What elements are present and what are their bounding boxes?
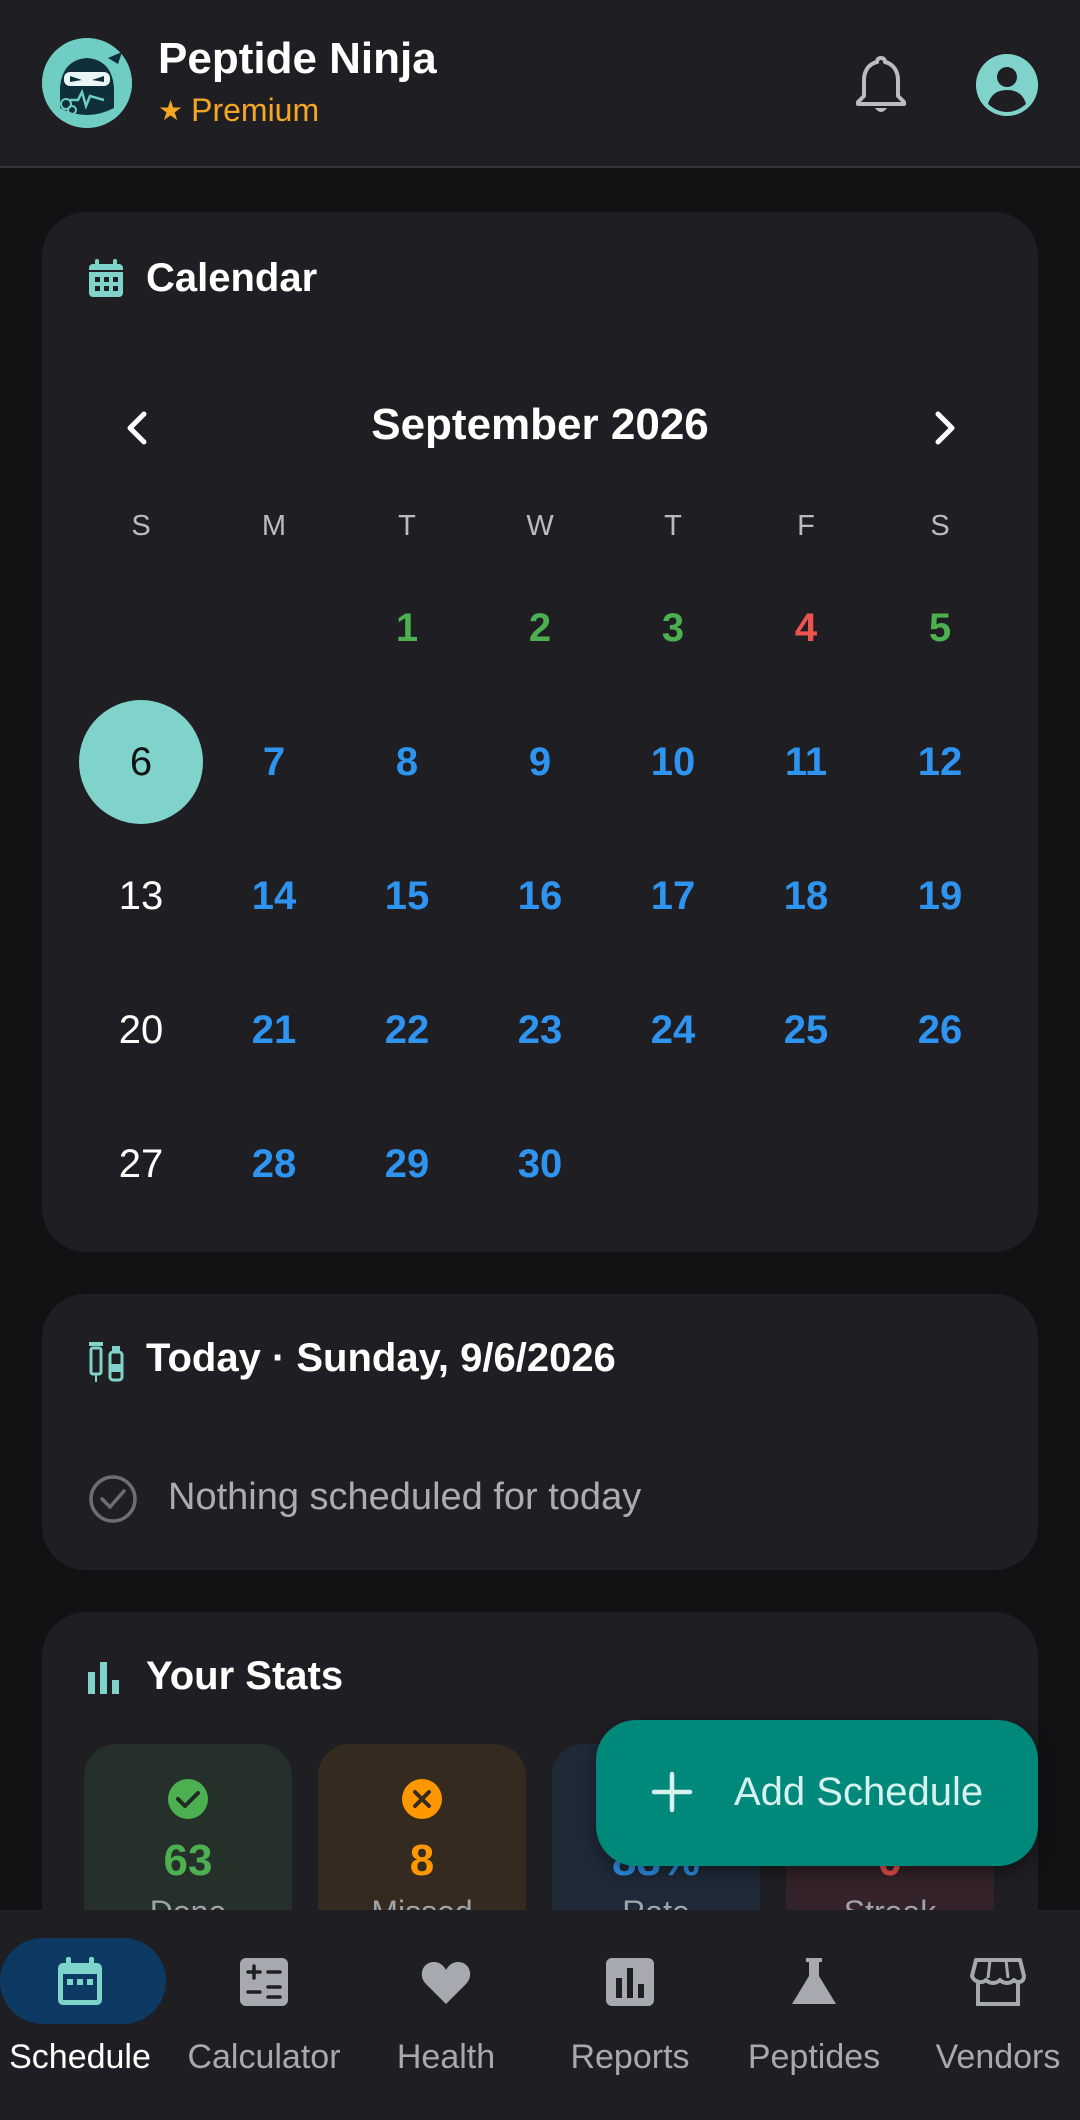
calendar-day[interactable]: 14 — [212, 834, 336, 958]
tab-peptides-label: Peptides — [747, 2038, 881, 2076]
heart-icon — [418, 1954, 474, 2010]
plus-icon — [646, 1766, 698, 1818]
calendar-day[interactable]: 1 — [345, 566, 469, 690]
tab-calculator-label: Calculator — [187, 2038, 341, 2076]
flask-icon — [786, 1954, 842, 2010]
chevron-right-icon — [935, 411, 955, 445]
calendar-day[interactable]: 3 — [611, 566, 735, 690]
stat-done-value: 63 — [163, 1836, 213, 1885]
calendar-day[interactable]: 29 — [345, 1102, 469, 1226]
weekday-label: T — [398, 510, 416, 542]
app-title: Peptide Ninja — [158, 34, 437, 83]
add-schedule-button[interactable]: Add Schedule — [596, 1720, 1038, 1866]
calendar-day[interactable]: 24 — [611, 968, 735, 1092]
calculator-icon — [236, 1954, 292, 2010]
calendar-day[interactable]: 13 — [79, 834, 203, 958]
bar-chart-icon — [602, 1954, 658, 2010]
calendar-day[interactable]: 18 — [744, 834, 868, 958]
calendar-day[interactable]: 9 — [478, 700, 602, 824]
tab-health[interactable] — [356, 1910, 536, 2120]
tab-vendors[interactable] — [908, 1910, 1080, 2120]
calendar-day[interactable]: 28 — [212, 1102, 336, 1226]
weekday-label: T — [664, 510, 682, 542]
tab-reports[interactable] — [540, 1910, 720, 2120]
calendar-day[interactable]: 10 — [611, 700, 735, 824]
calendar-day[interactable]: 21 — [212, 968, 336, 1092]
tab-calculator[interactable] — [174, 1910, 354, 2120]
empty-schedule-message: Nothing scheduled for today — [168, 1476, 642, 1518]
app-header: Peptide Ninja ★ Premium — [0, 0, 1080, 168]
next-month-button[interactable] — [920, 404, 968, 452]
calendar-title: Calendar — [146, 256, 318, 300]
tab-vendors-label: Vendors — [935, 2038, 1061, 2076]
bell-icon[interactable] — [854, 54, 908, 116]
stats-title: Your Stats — [146, 1654, 344, 1698]
calendar-icon — [52, 1954, 108, 2010]
calendar-day[interactable]: 11 — [744, 700, 868, 824]
calendar-day[interactable]: 7 — [212, 700, 336, 824]
calendar-day[interactable]: 2 — [478, 566, 602, 690]
premium-label: Premium — [191, 92, 320, 128]
calendar-day[interactable]: 23 — [478, 968, 602, 1092]
ninja-logo-icon — [42, 38, 132, 128]
premium-badge[interactable]: ★ Premium — [158, 92, 319, 129]
calendar-icon — [86, 258, 126, 305]
check-circle-outline-icon — [88, 1474, 138, 1524]
calendar-day[interactable]: 22 — [345, 968, 469, 1092]
month-label: September 2026 — [371, 400, 709, 449]
weekday-label: F — [797, 510, 815, 542]
add-schedule-label: Add Schedule — [734, 1770, 984, 1814]
tab-peptides[interactable] — [724, 1910, 904, 2120]
calendar-day[interactable]: 16 — [478, 834, 602, 958]
calendar-day[interactable]: 20 — [79, 968, 203, 1092]
syringe-vial-icon — [86, 1338, 126, 1389]
calendar-day[interactable]: 8 — [345, 700, 469, 824]
bar-chart-icon — [86, 1660, 122, 1701]
calendar-day[interactable]: 17 — [611, 834, 735, 958]
calendar-day[interactable]: 12 — [878, 700, 1002, 824]
calendar-day[interactable]: 19 — [878, 834, 1002, 958]
calendar-day[interactable]: 4 — [744, 566, 868, 690]
weekday-label: M — [261, 510, 287, 542]
tab-schedule[interactable] — [0, 1910, 180, 2120]
stat-missed-value: 8 — [409, 1836, 435, 1885]
tab-health-label: Health — [396, 2038, 496, 2076]
calendar-day[interactable]: 27 — [79, 1102, 203, 1226]
weekday-label: W — [526, 510, 554, 542]
tab-schedule-label: Schedule — [9, 2038, 151, 2076]
store-icon — [970, 1954, 1026, 2010]
cancel-circle-icon — [401, 1778, 443, 1820]
check-circle-icon — [167, 1778, 209, 1820]
tab-reports-label: Reports — [570, 2038, 690, 2076]
calendar-day[interactable]: 30 — [478, 1102, 602, 1226]
calendar-day-today[interactable]: 6 — [79, 700, 203, 824]
calendar-day[interactable]: 5 — [878, 566, 1002, 690]
weekday-label: S — [131, 510, 151, 542]
weekday-label: S — [930, 510, 950, 542]
calendar-day[interactable]: 15 — [345, 834, 469, 958]
calendar-day[interactable]: 26 — [878, 968, 1002, 1092]
today-title: Today · Sunday, 9/6/2026 — [146, 1336, 616, 1380]
account-circle-icon[interactable] — [976, 54, 1038, 116]
calendar-day[interactable]: 25 — [744, 968, 868, 1092]
star-icon: ★ — [158, 95, 184, 126]
